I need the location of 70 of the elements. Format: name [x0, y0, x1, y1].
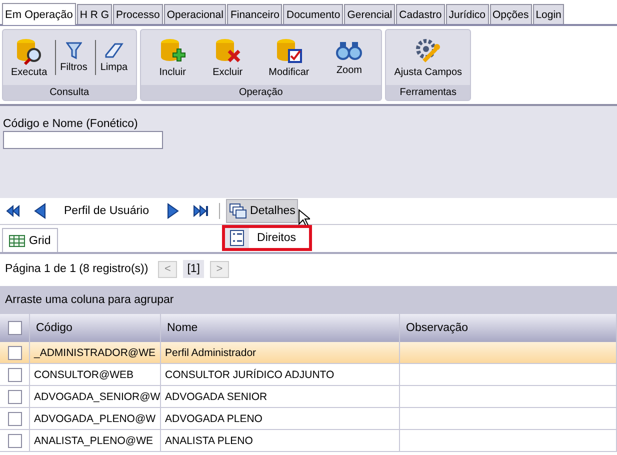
menu-tab[interactable]: Documento	[283, 4, 344, 24]
grid-icon	[9, 234, 25, 246]
group-hint: Arraste uma coluna para agrupar	[5, 294, 174, 306]
row-checkbox[interactable]	[8, 368, 22, 382]
table-cell: ADVOGADA_SENIOR@W	[30, 386, 160, 408]
table-cell: Perfil Administrador	[160, 342, 400, 364]
row-checkbox[interactable]	[8, 434, 22, 448]
toolbar-button[interactable]: Ajusta Campos	[390, 35, 466, 80]
group-title: Operação	[140, 85, 382, 100]
menu-tab[interactable]: Login	[532, 4, 564, 24]
page-info: Página 1 de 1 (8 registro(s))	[5, 263, 148, 275]
database-edit-icon	[274, 37, 303, 65]
filter-icon	[66, 42, 82, 60]
group-title: Ferramentas	[386, 85, 470, 100]
table-cell: CONSULTOR@WEB	[30, 364, 160, 386]
numbered-list-icon	[230, 230, 244, 246]
menu-tab[interactable]: Jurídico	[446, 4, 489, 24]
toolbar-button[interactable]: Excluir	[208, 35, 247, 80]
table-row[interactable]: _ADMINISTRADOR@WE Perfil Administrador	[0, 342, 616, 364]
table-cell: CONSULTOR JURÍDICO ADJUNTO	[160, 364, 400, 386]
table-cell: ANALISTA PLENO	[160, 430, 400, 452]
row-checkbox[interactable]	[8, 346, 22, 360]
first-icon	[6, 205, 20, 217]
database-search-icon	[15, 37, 44, 65]
column-header[interactable]: Nome	[160, 314, 400, 342]
cursor-icon	[298, 209, 310, 227]
column-header[interactable]: Observação	[400, 314, 616, 342]
row-checkbox[interactable]	[8, 390, 22, 404]
table-row[interactable]: ADVOGADA_PLENO@W ADVOGADA PLENO	[0, 408, 616, 430]
menu-tab[interactable]: Opções	[490, 4, 532, 24]
toolbar-button[interactable]: Limpa	[95, 40, 132, 75]
table-cell: ADVOGADA SENIOR	[160, 386, 400, 408]
field-label: Código e Nome (Fonético)	[3, 118, 138, 130]
details-button[interactable]: Detalhes	[226, 199, 298, 223]
toolbar-button[interactable]: Incluir	[154, 35, 191, 80]
toolbar-button[interactable]: Filtros	[55, 40, 92, 75]
table-row[interactable]: CONSULTOR@WEB CONSULTOR JURÍDICO ADJUNTO	[0, 364, 616, 386]
windows-icon	[229, 203, 248, 219]
select-all-checkbox[interactable]	[8, 321, 22, 335]
database-delete-icon	[214, 37, 242, 65]
eraser-icon	[104, 42, 124, 60]
toolbar-button[interactable]: Executa	[7, 35, 52, 80]
menu-tab[interactable]: Em Operação	[2, 3, 76, 25]
row-checkbox[interactable]	[8, 412, 22, 426]
table-row[interactable]: ANALISTA_PLENO@WE ANALISTA PLENO	[0, 430, 616, 452]
menu-tab[interactable]: Gerencial	[344, 4, 396, 24]
last-icon	[193, 205, 210, 217]
previous-icon	[34, 203, 46, 219]
page-number-button[interactable]: [1]	[183, 260, 204, 278]
gear-wrench-icon	[414, 37, 442, 65]
toolbar-button[interactable]: Modificar	[264, 35, 314, 80]
table-cell: ADVOGADA PLENO	[160, 408, 400, 430]
menu-tab[interactable]: Cadastro	[396, 4, 445, 24]
input-field[interactable]	[3, 131, 163, 149]
table-cell: _ADMINISTRADOR@WE	[30, 342, 160, 364]
column-header[interactable]: Código	[30, 314, 160, 342]
menu-tab[interactable]: Financeiro	[227, 4, 282, 24]
table-cell: ADVOGADA_PLENO@W	[30, 408, 160, 430]
group-title: Consulta	[3, 85, 136, 100]
menu-tab[interactable]: Operacional	[164, 4, 226, 24]
table-row[interactable]: ADVOGADA_SENIOR@W ADVOGADA SENIOR	[0, 386, 616, 408]
table-cell: ANALISTA_PLENO@WE	[30, 430, 160, 452]
menu-tab[interactable]: Processo	[113, 4, 163, 24]
menu-tab[interactable]: H R G	[76, 4, 112, 24]
next-icon	[167, 203, 180, 219]
binoculars-icon	[335, 39, 364, 63]
toolbar-button[interactable]: Zoom	[331, 37, 368, 78]
view-tab[interactable]: Grid	[2, 228, 58, 252]
navigator-title: Perfil de Usuário	[63, 205, 150, 217]
menu-item[interactable]: Direitos	[222, 225, 312, 251]
